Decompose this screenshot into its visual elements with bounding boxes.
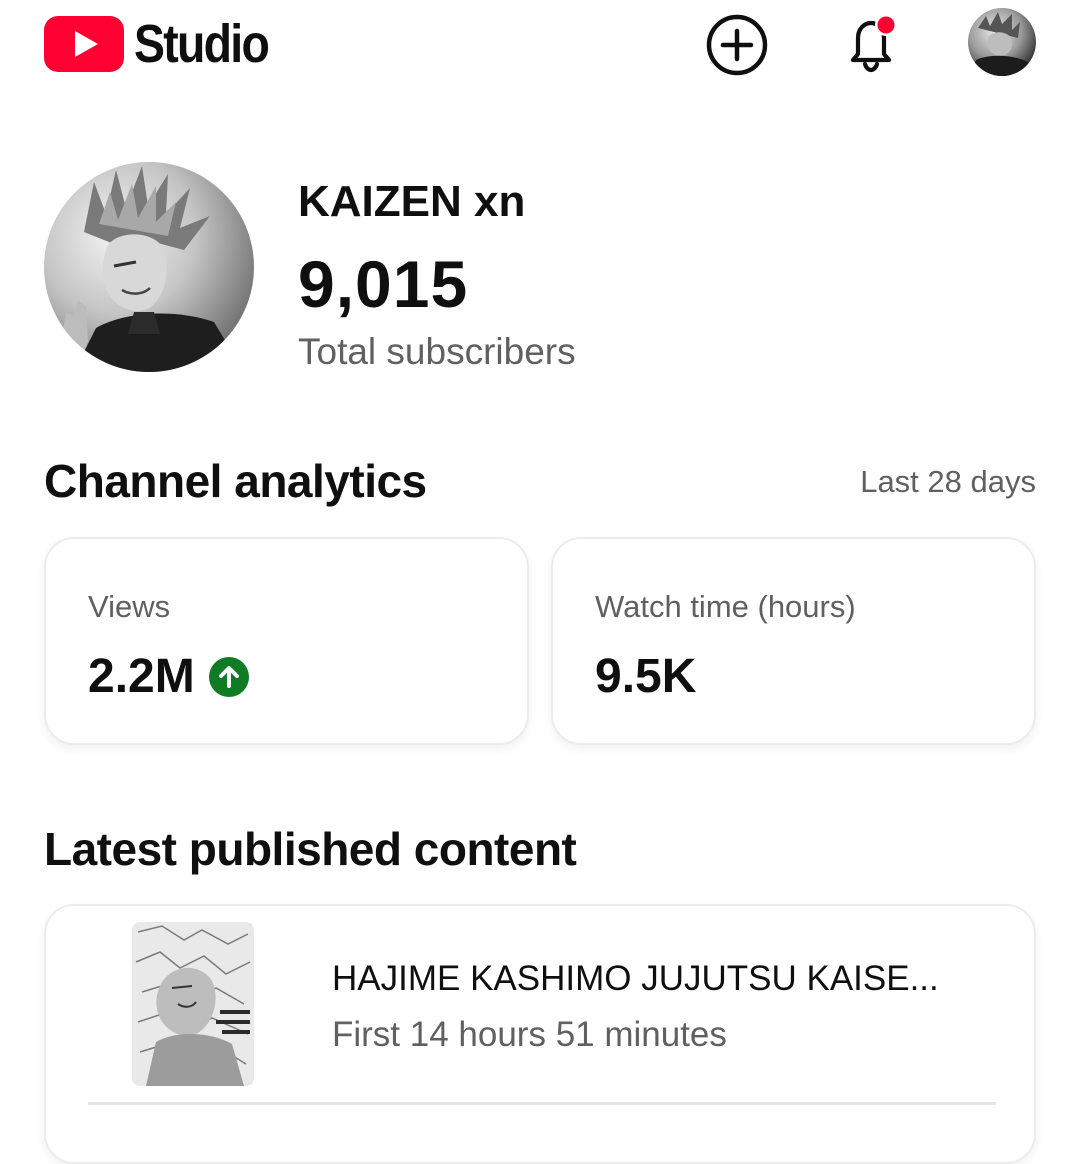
views-value-row: 2.2M bbox=[88, 647, 249, 707]
analytics-period: Last 28 days bbox=[860, 464, 1036, 499]
studio-logo[interactable]: Studio bbox=[44, 14, 290, 74]
watch-time-value: 9.5K bbox=[595, 650, 697, 703]
trend-up-icon bbox=[208, 657, 249, 697]
video-thumbnail[interactable] bbox=[132, 922, 254, 1086]
youtube-logo-icon bbox=[44, 16, 124, 72]
views-value: 2.2M bbox=[88, 650, 195, 703]
channel-name: KAIZEN xn bbox=[298, 177, 526, 226]
latest-content-card: HAJIME KASHIMO JUJUTSU KAISE... First 14… bbox=[44, 904, 1036, 1164]
watch-time-label: Watch time (hours) bbox=[595, 589, 856, 624]
app-header: Studio bbox=[0, 0, 1080, 92]
channel-avatar[interactable] bbox=[44, 162, 254, 372]
latest-content-section-title: Latest published content bbox=[44, 823, 577, 875]
notification-bell-icon bbox=[850, 14, 897, 73]
video-title[interactable]: HAJIME KASHIMO JUJUTSU KAISE... bbox=[332, 956, 992, 1002]
create-plus-icon bbox=[706, 14, 768, 76]
video-thumbnail-image bbox=[132, 922, 254, 1086]
video-meta: First 14 hours 51 minutes bbox=[332, 1015, 727, 1054]
subscriber-count: 9,015 bbox=[298, 247, 469, 321]
notifications-button[interactable] bbox=[838, 10, 904, 76]
watch-time-card[interactable]: Watch time (hours) 9.5K bbox=[551, 537, 1036, 745]
account-avatar-image bbox=[968, 8, 1036, 76]
app-name: Studio bbox=[134, 14, 270, 74]
account-avatar[interactable] bbox=[968, 8, 1036, 76]
subscriber-label: Total subscribers bbox=[298, 331, 576, 372]
channel-avatar-image bbox=[44, 162, 254, 372]
unread-badge bbox=[877, 16, 895, 34]
watch-time-value-row: 9.5K bbox=[595, 647, 696, 707]
views-card[interactable]: Views 2.2M bbox=[44, 537, 529, 745]
create-button[interactable] bbox=[704, 12, 770, 78]
analytics-section-title: Channel analytics bbox=[44, 455, 427, 507]
divider bbox=[88, 1102, 996, 1105]
views-label: Views bbox=[88, 589, 171, 624]
